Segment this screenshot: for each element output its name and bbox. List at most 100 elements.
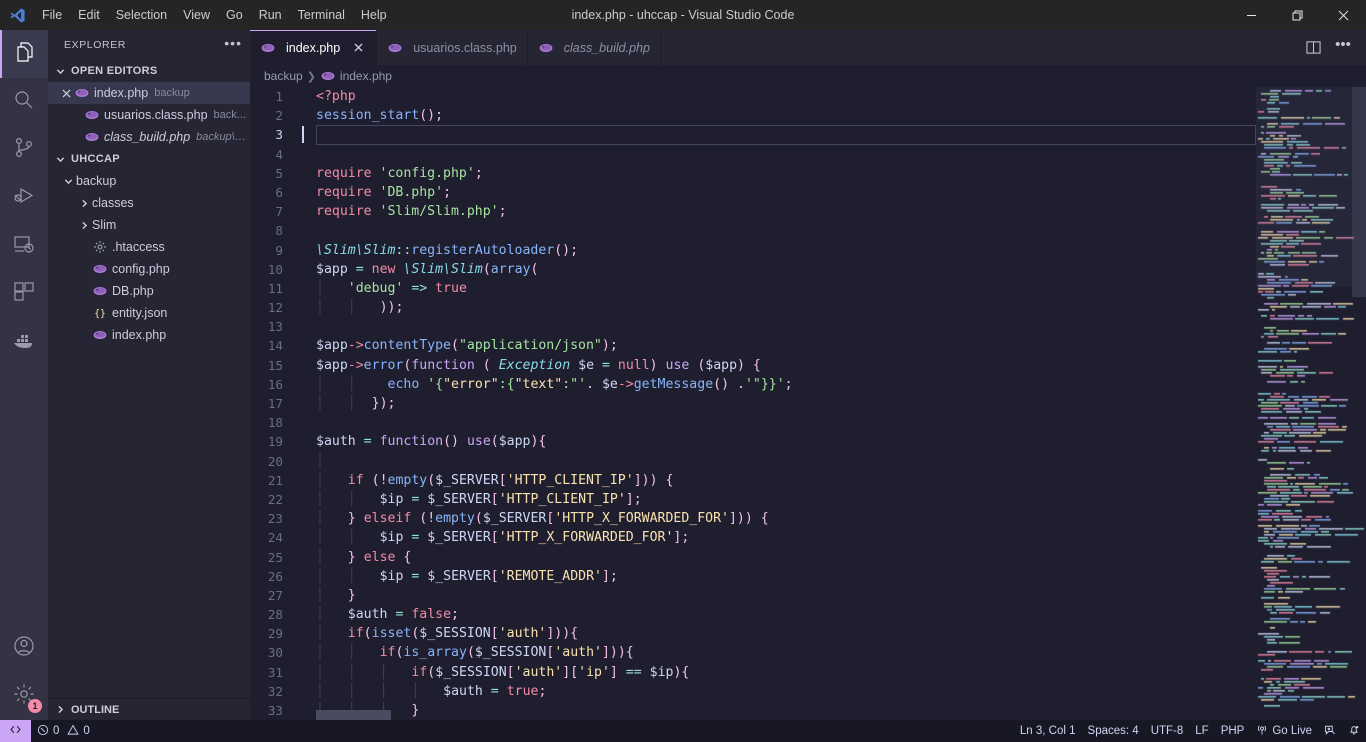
- tree-file-entity-json[interactable]: {} entity.json: [48, 302, 250, 324]
- scrollbar-thumb[interactable]: [1352, 87, 1366, 297]
- feedback-smiley-icon: [1324, 724, 1336, 739]
- sidebar-title: EXPLORER: [64, 39, 126, 51]
- menu-file[interactable]: File: [34, 0, 70, 30]
- activity-docker[interactable]: [0, 318, 48, 366]
- tree-file-config-php[interactable]: config.php: [48, 258, 250, 280]
- code-viewport[interactable]: 1 <?php 2 session_start(); 3 4 5 require 'con…: [250, 87, 1256, 720]
- code-lines[interactable]: 1 <?php 2 session_start(); 3 4 5 require 'con…: [250, 87, 1256, 720]
- activity-search[interactable]: [0, 78, 48, 126]
- menu-selection[interactable]: Selection: [108, 0, 175, 30]
- status-bar-right: Ln 3, Col 1 Spaces: 4 UTF-8 LF PHP Go Li…: [1014, 720, 1366, 742]
- code-line[interactable]: 17 │ │ });: [250, 394, 1256, 413]
- status-editor-encoding[interactable]: UTF-8: [1145, 720, 1190, 742]
- section-outline[interactable]: OUTLINE: [48, 698, 250, 720]
- code-line[interactable]: 31 │ │ │ if($_SESSION['auth']['ip'] == $i…: [250, 663, 1256, 682]
- status-editor-position[interactable]: Ln 3, Col 1: [1014, 720, 1082, 742]
- code-line[interactable]: 21 │ if (!empty($_SERVER['HTTP_CLIENT_IP'…: [250, 471, 1256, 490]
- tree-file-htaccess[interactable]: .htaccess: [48, 236, 250, 258]
- tab-index-php[interactable]: index.php: [250, 30, 378, 65]
- code-line[interactable]: 8: [250, 221, 1256, 240]
- activity-manage-settings[interactable]: 1: [0, 672, 48, 720]
- editor-vertical-scrollbar[interactable]: [1352, 87, 1366, 720]
- code-line[interactable]: 20 │: [250, 452, 1256, 471]
- code-line[interactable]: 14 $app->contentType("application/json");: [250, 336, 1256, 355]
- status-editor-indentation[interactable]: Spaces: 4: [1082, 720, 1145, 742]
- run-and-debug-icon: [12, 184, 36, 213]
- code-line[interactable]: 32 │ │ │ │ $auth = true;: [250, 682, 1256, 701]
- open-editor-index-php[interactable]: index.php backup: [48, 82, 250, 104]
- more-actions-icon[interactable]: •••: [1330, 30, 1356, 65]
- menu-terminal[interactable]: Terminal: [290, 0, 353, 30]
- code-line[interactable]: 25 │ } else {: [250, 548, 1256, 567]
- remote-window-indicator[interactable]: [0, 720, 31, 742]
- activity-remote-explorer[interactable]: [0, 222, 48, 270]
- open-editor-usuarios-class-php[interactable]: usuarios.class.php back...: [48, 104, 250, 126]
- status-problems[interactable]: 0 0: [31, 720, 96, 742]
- code-line[interactable]: 23 │ } elseif (!empty($_SERVER['HTTP_X_FO…: [250, 509, 1256, 528]
- code-line[interactable]: 10 $app = new \Slim\Slim(array(: [250, 260, 1256, 279]
- status-editor-eol[interactable]: LF: [1189, 720, 1214, 742]
- minimap-slider[interactable]: [1256, 87, 1352, 287]
- close-button[interactable]: [1320, 0, 1366, 30]
- menu-view[interactable]: View: [175, 0, 218, 30]
- code-line[interactable]: 15 $app->error(function ( Exception $e = …: [250, 356, 1256, 375]
- more-actions-icon[interactable]: •••: [224, 36, 242, 52]
- scrollbar-thumb[interactable]: [316, 710, 391, 720]
- editor-horizontal-scrollbar[interactable]: [316, 710, 1132, 720]
- code-line[interactable]: 19 $auth = function() use($app){: [250, 432, 1256, 451]
- code-line[interactable]: 29 │ if(isset($_SESSION['auth'])){: [250, 624, 1256, 643]
- code-line[interactable]: 22 │ │ $ip = $_SERVER['HTTP_CLIENT_IP'];: [250, 490, 1256, 509]
- code-line[interactable]: 6 require 'DB.php';: [250, 183, 1256, 202]
- code-line[interactable]: 1 <?php: [250, 87, 1256, 106]
- minimize-button[interactable]: [1228, 0, 1274, 30]
- activity-explorer[interactable]: [0, 30, 48, 78]
- menu-help[interactable]: Help: [353, 0, 395, 30]
- restore-button[interactable]: [1274, 0, 1320, 30]
- status-editor-language[interactable]: PHP: [1215, 720, 1251, 742]
- code-line[interactable]: 30 │ │ if(is_array($_SESSION['auth'])){: [250, 643, 1256, 662]
- code-line[interactable]: 11 │ 'debug' => true: [250, 279, 1256, 298]
- status-feedback[interactable]: [1318, 720, 1342, 742]
- code-line[interactable]: 13: [250, 317, 1256, 336]
- code-line[interactable]: 18: [250, 413, 1256, 432]
- tab-usuarios-class-php[interactable]: usuarios.class.php: [377, 30, 528, 65]
- minimap[interactable]: [1256, 87, 1366, 720]
- menu-go[interactable]: Go: [218, 0, 251, 30]
- activity-source-control[interactable]: [0, 126, 48, 174]
- section-open-editors[interactable]: OPEN EDITORS: [48, 60, 250, 82]
- tree-folder-classes[interactable]: classes: [48, 192, 250, 214]
- code-line[interactable]: 24 │ │ $ip = $_SERVER['HTTP_X_FORWARDED_F…: [250, 528, 1256, 547]
- breadcrumb-item-index-php[interactable]: index.php: [320, 68, 392, 84]
- code-line[interactable]: 7 require 'Slim/Slim.php';: [250, 202, 1256, 221]
- code-line[interactable]: 5 require 'config.php';: [250, 164, 1256, 183]
- open-editor-class-build-php[interactable]: class_build.php backup\c...: [48, 126, 250, 148]
- activity-extensions[interactable]: [0, 270, 48, 318]
- section-workspace[interactable]: UHCCAP: [48, 148, 250, 170]
- tab-class-build-php[interactable]: class_build.php: [527, 30, 661, 65]
- menu-edit[interactable]: Edit: [70, 0, 108, 30]
- code-line[interactable]: 3: [250, 125, 1256, 145]
- tree-file-index-php[interactable]: index.php: [48, 324, 250, 346]
- tree-item-label: DB.php: [112, 284, 154, 298]
- tree-folder-slim[interactable]: Slim: [48, 214, 250, 236]
- tree-file-db-php[interactable]: DB.php: [48, 280, 250, 302]
- code-line[interactable]: 2 session_start();: [250, 106, 1256, 125]
- status-go-live[interactable]: Go Live: [1250, 720, 1318, 742]
- activity-run-and-debug[interactable]: [0, 174, 48, 222]
- split-editor-icon[interactable]: [1300, 30, 1326, 65]
- tree-folder-backup[interactable]: backup: [48, 170, 250, 192]
- code-line[interactable]: 4: [250, 145, 1256, 164]
- status-notifications[interactable]: [1342, 720, 1366, 742]
- code-line[interactable]: 16 │ │ echo '{"error":{"text":"'. $e->get…: [250, 375, 1256, 394]
- activity-accounts[interactable]: [0, 624, 48, 672]
- code-line[interactable]: 28 │ $auth = false;: [250, 605, 1256, 624]
- code-line[interactable]: 27 │ }: [250, 586, 1256, 605]
- code-text: $app->error(function ( Exception $e = nu…: [316, 357, 761, 373]
- breadcrumb-item-backup[interactable]: backup: [264, 69, 303, 83]
- close-icon[interactable]: [58, 88, 74, 98]
- code-line[interactable]: 9 \Slim\Slim::registerAutoloader();: [250, 241, 1256, 260]
- close-icon[interactable]: [350, 40, 366, 56]
- menu-run[interactable]: Run: [251, 0, 290, 30]
- code-line[interactable]: 12 │ │ ));: [250, 298, 1256, 317]
- code-line[interactable]: 26 │ │ $ip = $_SERVER['REMOTE_ADDR'];: [250, 567, 1256, 586]
